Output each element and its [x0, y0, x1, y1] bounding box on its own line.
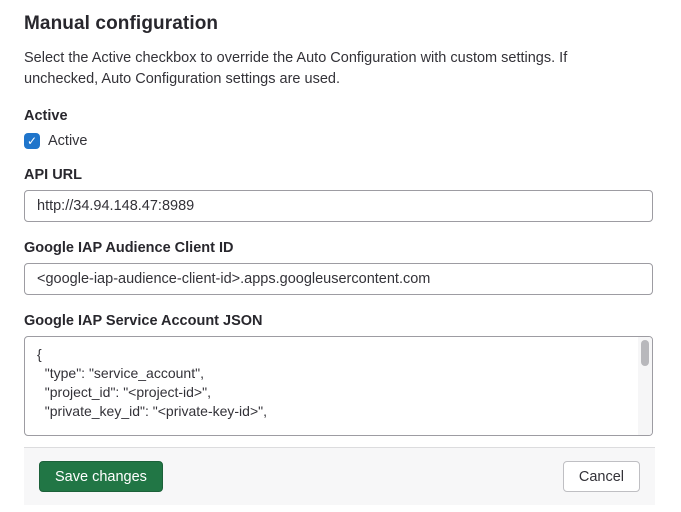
active-checkbox-label[interactable]: Active: [48, 133, 88, 149]
save-changes-button[interactable]: Save changes: [39, 461, 163, 492]
active-checkbox-row: ✓ Active: [24, 133, 655, 149]
audience-client-id-input[interactable]: [24, 263, 653, 295]
service-account-json-textarea[interactable]: { "type": "service_account", "project_id…: [24, 336, 653, 436]
textarea-scrollbar-thumb[interactable]: [641, 340, 649, 366]
service-account-json-wrap: { "type": "service_account", "project_id…: [24, 336, 653, 436]
form-actions-footer: Save changes Cancel: [24, 447, 655, 505]
active-group-label: Active: [24, 108, 655, 124]
textarea-scrollbar-track[interactable]: [638, 337, 652, 435]
page-description: Select the Active checkbox to override t…: [24, 48, 630, 90]
service-account-json-form-group: Google IAP Service Account JSON { "type"…: [24, 313, 655, 436]
service-account-json-label: Google IAP Service Account JSON: [24, 313, 655, 329]
audience-client-id-label: Google IAP Audience Client ID: [24, 240, 655, 256]
manual-configuration-panel: Manual configuration Select the Active c…: [0, 0, 681, 436]
active-checkbox[interactable]: ✓: [24, 133, 40, 149]
audience-client-id-form-group: Google IAP Audience Client ID: [24, 240, 655, 295]
page-title: Manual configuration: [24, 13, 655, 35]
active-form-group: Active ✓ Active: [24, 108, 655, 149]
api-url-form-group: API URL: [24, 167, 655, 222]
cancel-button[interactable]: Cancel: [563, 461, 640, 492]
api-url-input[interactable]: [24, 190, 653, 222]
api-url-label: API URL: [24, 167, 655, 183]
checkmark-icon: ✓: [27, 134, 37, 148]
